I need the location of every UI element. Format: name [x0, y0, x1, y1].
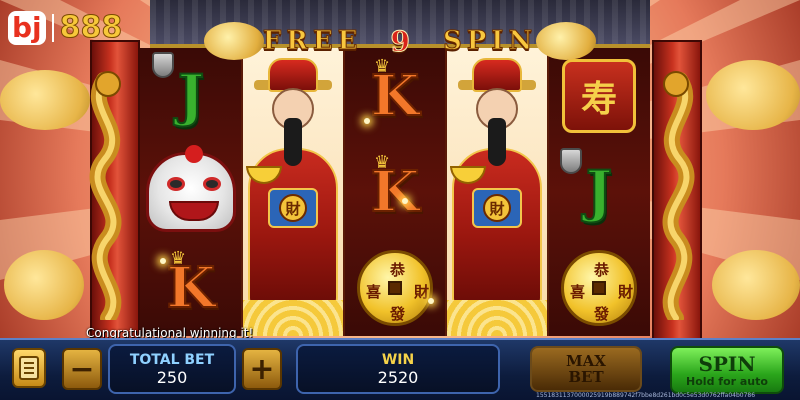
round-id: 1551831137000025919b889742f7bbe8d261bd0c… [536, 392, 756, 399]
reel-area: J ♛ K 財 ♛ K ♛ K 恭 喜 財 發 財 寿 J 恭 喜 財 發 [140, 48, 652, 336]
reel-divider [547, 48, 549, 336]
game-stage: J ♛ K 財 ♛ K ♛ K 恭 喜 財 發 財 寿 J 恭 喜 財 發 bj… [0, 0, 800, 400]
logo-divider [51, 13, 54, 42]
free-spin-banner: FREE 9 SPIN [240, 24, 560, 58]
total-bet-value: 250 [156, 367, 188, 387]
wealth-badge: 財 [483, 194, 511, 222]
dragon-left-icon [89, 71, 122, 320]
logo-bj: bj [8, 10, 46, 45]
max-bet-label-line2: BET [568, 368, 604, 386]
symbol-k: ♛ K [344, 144, 446, 240]
sparkle-icon [428, 298, 434, 304]
win-value: 2520 [377, 367, 419, 387]
beard [488, 118, 506, 166]
sparkle-icon [160, 258, 166, 264]
wealth-god-symbol: 財 [242, 48, 344, 336]
logo-888: 888 [59, 10, 123, 46]
gold-waves [446, 300, 548, 336]
fortune-coin-icon: 恭 喜 財 發 [561, 250, 637, 326]
increase-bet-button[interactable]: + [242, 348, 282, 390]
crown-icon: ♛ [374, 152, 391, 173]
spin-button[interactable]: SPIN Hold for auto [670, 346, 784, 394]
lion-head-icon [146, 145, 236, 232]
spin-button-label: SPIN [698, 351, 756, 376]
symbol-letter: J [177, 63, 205, 129]
win-label: WIN [381, 351, 415, 368]
symbol-j: J [140, 48, 242, 144]
reel-divider [343, 48, 345, 336]
reel-4: 財 [446, 48, 548, 336]
symbol-lion-head [140, 144, 242, 240]
decrease-bet-button[interactable]: − [62, 348, 102, 390]
gold-waves [242, 300, 344, 336]
reel-divider [241, 48, 243, 336]
max-bet-button[interactable]: MAX BET [530, 346, 642, 392]
symbol-j: J [548, 144, 650, 240]
shield-icon [560, 148, 582, 174]
sparkle-icon [364, 118, 370, 124]
symbol-coin: 恭 喜 財 發 [344, 240, 446, 336]
crown-icon: ♛ [170, 248, 187, 269]
wealth-badge: 財 [279, 194, 307, 222]
spin-button-hint: Hold for auto [686, 374, 768, 388]
reel-5: 寿 J 恭 喜 財 發 [548, 48, 650, 336]
symbol-k: ♛ K [344, 48, 446, 144]
symbol-longevity-tile: 寿 [548, 48, 650, 144]
symbol-k: ♛ K [140, 240, 242, 336]
document-icon [19, 356, 39, 380]
reel-3: ♛ K ♛ K 恭 喜 財 發 [344, 48, 446, 336]
beard [284, 118, 302, 166]
reel-divider [445, 48, 447, 336]
longevity-tile-icon: 寿 [562, 59, 636, 133]
total-bet-label: TOTAL BET [129, 351, 215, 368]
crown-icon: ♛ [374, 56, 391, 77]
free-label: FREE [262, 26, 363, 57]
brand-logo: bj 888 [8, 10, 123, 46]
cloud-right-bottom [712, 250, 800, 320]
sparkle-icon [402, 198, 408, 204]
spin-label: SPIN [442, 26, 538, 57]
max-bet-label-line1: MAX [566, 352, 606, 370]
symbol-coin: 恭 喜 財 發 [548, 240, 650, 336]
fortune-coin-icon: 恭 喜 財 發 [357, 250, 433, 326]
reel-2: 財 [242, 48, 344, 336]
cloud-left-bottom [4, 250, 84, 320]
dragon-right-icon [662, 71, 695, 320]
total-bet-panel: TOTAL BET 250 [108, 344, 236, 394]
hat-icon [268, 58, 318, 92]
cloud-right-top [706, 60, 800, 130]
shield-icon [152, 52, 174, 78]
win-panel: WIN 2520 [296, 344, 500, 394]
reel-1: J ♛ K [140, 48, 242, 336]
symbol-letter: J [585, 159, 613, 225]
hat-icon [472, 58, 522, 92]
wealth-god-symbol: 財 [446, 48, 548, 336]
paytable-button[interactable] [12, 348, 46, 388]
free-spin-count: 9 [390, 24, 415, 58]
